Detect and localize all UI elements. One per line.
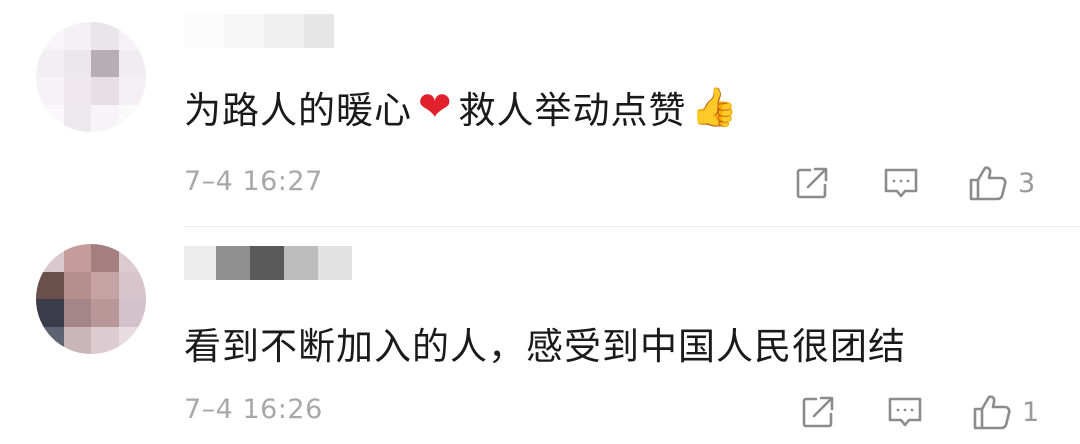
heart-emoji-icon: ❤ bbox=[418, 84, 453, 130]
comment-text: 看到不断加入的人，感受到中国人民很团结 bbox=[184, 325, 906, 368]
comment-text: 为路人的暖心 ❤ 救人举动点赞 👍 bbox=[184, 82, 739, 132]
like-button[interactable]: 3 bbox=[968, 163, 1035, 203]
thumbs-up-emoji-icon: 👍 bbox=[690, 84, 739, 129]
comment-icon bbox=[884, 168, 918, 198]
share-button[interactable] bbox=[800, 392, 836, 432]
share-button[interactable] bbox=[794, 163, 830, 203]
comment-item: 为路人的暖心 ❤ 救人举动点赞 👍 7–4 16:27 3 bbox=[0, 0, 1080, 226]
username-blurred[interactable] bbox=[184, 246, 352, 280]
comment-text-part-2: 救人举动点赞 bbox=[458, 89, 687, 132]
avatar[interactable] bbox=[36, 244, 146, 354]
thumbs-up-icon bbox=[973, 395, 1011, 430]
thumbs-up-icon bbox=[969, 166, 1007, 201]
comment-item: 看到不断加入的人，感受到中国人民很团结 7–4 16:26 1 bbox=[0, 226, 1080, 444]
reply-button[interactable] bbox=[886, 392, 924, 432]
username-blurred[interactable] bbox=[184, 14, 334, 48]
avatar[interactable] bbox=[36, 22, 146, 132]
comment-text-part-1: 为路人的暖心 bbox=[184, 89, 412, 132]
reply-button[interactable] bbox=[882, 163, 920, 203]
share-icon bbox=[802, 396, 834, 428]
share-icon bbox=[796, 167, 828, 199]
like-count: 3 bbox=[1018, 167, 1036, 199]
like-button[interactable]: 1 bbox=[972, 392, 1039, 432]
comment-icon bbox=[888, 397, 922, 427]
like-count: 1 bbox=[1022, 396, 1040, 428]
comment-actions: 3 bbox=[0, 163, 1080, 203]
comment-actions: 1 bbox=[0, 392, 1080, 432]
